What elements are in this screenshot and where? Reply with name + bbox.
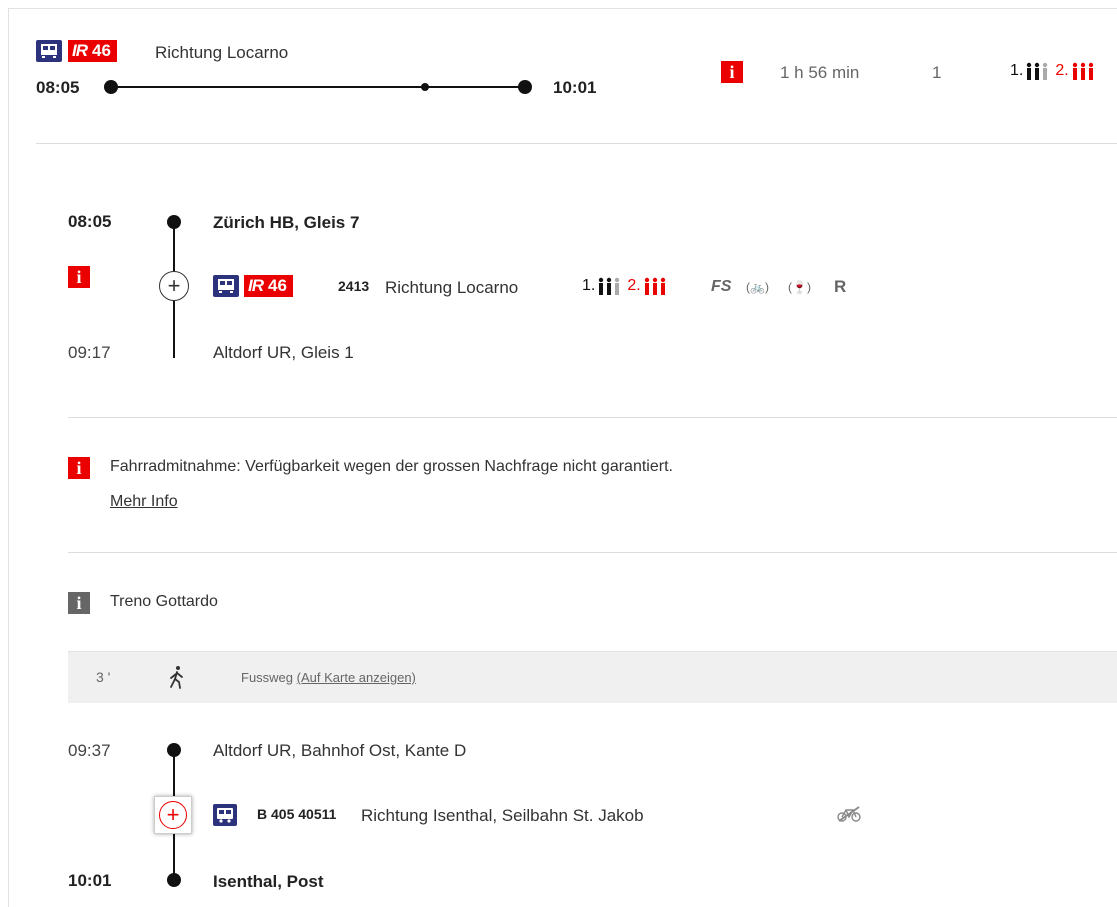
summary-duration: 1 h 56 min bbox=[780, 63, 860, 82]
walk-label: Fussweg bbox=[241, 670, 294, 685]
arrival-time: 10:01 bbox=[68, 871, 112, 890]
occupancy-indicator: 1. 2. bbox=[1010, 62, 1095, 80]
info-icon: i bbox=[68, 592, 90, 614]
plus-icon[interactable]: + bbox=[154, 796, 192, 834]
line-badge: IR 46 bbox=[68, 40, 117, 62]
departure-time: 09:37 bbox=[68, 741, 111, 760]
plus-icon[interactable]: + bbox=[159, 271, 189, 301]
divider bbox=[36, 143, 1117, 144]
departure-stop: Altdorf UR, Bahnhof Ost, Kante D bbox=[213, 741, 467, 760]
walk-icon bbox=[168, 665, 186, 694]
person-occupancy-icon bbox=[597, 277, 621, 295]
show-on-map-link[interactable]: (Auf Karte anzeigen) bbox=[297, 670, 416, 685]
summary-arrival-time: 10:01 bbox=[553, 78, 597, 97]
train-icon bbox=[213, 275, 239, 297]
info-icon[interactable]: i bbox=[721, 61, 743, 83]
timeline-end-dot bbox=[518, 80, 532, 94]
arrival-time: 09:17 bbox=[68, 343, 111, 362]
bus-line: B 405 40511 bbox=[257, 806, 337, 822]
info-icon: i bbox=[68, 457, 90, 479]
connection-summary[interactable]: IR 46 Richtung Locarno 08:05 10:01 i 1 h … bbox=[0, 0, 1117, 145]
timeline-line bbox=[110, 86, 528, 88]
attribute-reservation: R bbox=[834, 277, 847, 296]
departure-stop: Zürich HB, Gleis 7 bbox=[213, 213, 360, 232]
train-direction: Richtung Locarno bbox=[385, 278, 519, 297]
summary-transfers: 1 bbox=[932, 63, 942, 82]
arrival-stop: Isenthal, Post bbox=[213, 872, 324, 891]
walk-label-group: Fussweg (Auf Karte anzeigen) bbox=[241, 670, 416, 685]
occupancy-indicator: 1. 2. bbox=[582, 277, 667, 295]
bus-icon bbox=[213, 804, 237, 826]
bus-direction: Richtung Isenthal, Seilbahn St. Jakob bbox=[361, 806, 644, 825]
arrival-stop: Altdorf UR, Gleis 1 bbox=[213, 343, 354, 362]
line-badge: IR 46 bbox=[244, 275, 293, 297]
departure-time: 08:05 bbox=[68, 212, 112, 231]
attribute-fs: FS bbox=[711, 278, 732, 295]
summary-direction: Richtung Locarno bbox=[155, 43, 289, 62]
timeline-transfer-dot bbox=[421, 83, 429, 91]
treno-gottardo-label: Treno Gottardo bbox=[110, 593, 218, 610]
stop-dot bbox=[167, 873, 181, 887]
person-occupancy-icon bbox=[1071, 62, 1095, 80]
train-number: 2413 bbox=[338, 278, 370, 294]
divider bbox=[68, 417, 1117, 418]
divider bbox=[68, 552, 1117, 553]
attribute-bistro-icon: (🍷) bbox=[788, 280, 811, 294]
bike-crossed-icon bbox=[836, 806, 862, 827]
summary-departure-time: 08:05 bbox=[36, 78, 80, 97]
person-occupancy-icon bbox=[1025, 62, 1049, 80]
bike-notice-text: Fahrradmitnahme: Verfügbarkeit wegen der… bbox=[110, 458, 673, 475]
info-icon[interactable]: i bbox=[68, 266, 90, 288]
walk-segment[interactable]: 3 ' Fussweg (Auf Karte anzeigen) bbox=[68, 651, 1117, 703]
train-icon bbox=[36, 40, 62, 62]
attribute-bike-icon: (🚲) bbox=[746, 280, 769, 294]
more-info-link[interactable]: Mehr Info bbox=[110, 493, 178, 511]
person-occupancy-icon bbox=[643, 277, 667, 295]
walk-minutes: 3 ' bbox=[96, 669, 111, 685]
